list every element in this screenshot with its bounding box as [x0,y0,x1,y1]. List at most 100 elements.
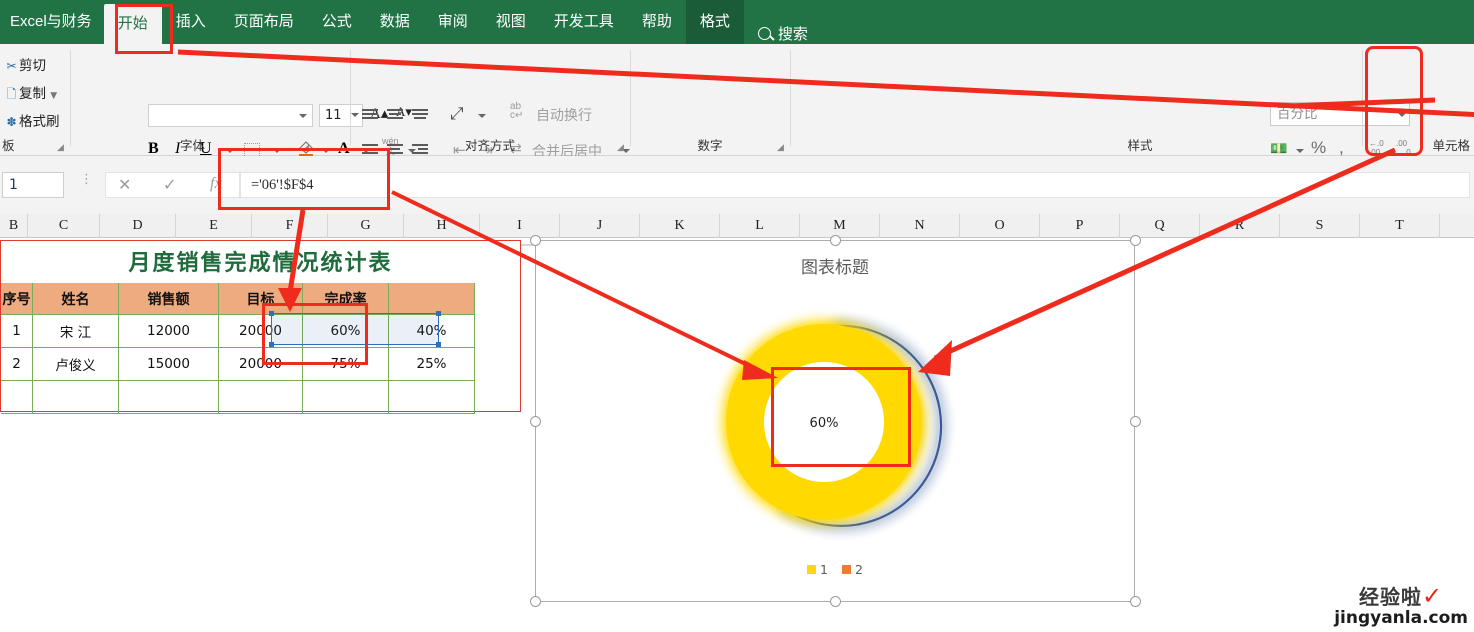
group-number: 百分比 💵 % , ←.0.00 .00 →.0 数字 ◢ [630,44,1411,157]
chart-handle-br[interactable] [1130,596,1141,607]
table-cell[interactable]: 15000 [119,348,219,381]
column-header-R[interactable]: R [1200,214,1280,238]
annotation-box-f4-cell [262,303,368,365]
alignment-dialog-launcher[interactable]: ◢ [617,143,626,152]
group-label-alignment: 对齐方式 [464,138,515,153]
table-cell[interactable] [1,381,33,414]
tab-view[interactable]: 视图 [482,0,540,44]
confirm-formula-button[interactable]: ✓ [163,175,176,195]
orientation-icon[interactable]: ⤢ [450,104,464,124]
column-header-O[interactable]: O [960,214,1040,238]
wrap-text-label[interactable]: 自动换行 [536,105,592,125]
orientation-chevron-down-icon[interactable] [478,114,486,118]
vertical-align-buttons [360,106,430,122]
formula-bar-drag-dots[interactable]: ⋮ [80,172,93,185]
table-cell[interactable]: 1 [1,315,33,348]
column-header-J[interactable]: J [560,214,640,238]
search-label: 搜索 [777,26,808,43]
table-cell[interactable] [33,381,119,414]
chevron-down-icon [299,114,307,118]
chart-handle-tl[interactable] [530,235,541,246]
font-name-input[interactable] [148,104,313,127]
table-cell[interactable]: 25% [389,348,475,381]
column-header-T[interactable]: T [1360,214,1440,238]
format-painter-button[interactable]: ✽ 格式刷 [4,110,59,130]
wrap-text-icon: ab c↵ [510,101,524,121]
chart-handle-bl[interactable] [530,596,541,607]
cut-button[interactable]: ✂ 剪切 [4,54,46,74]
table-cell[interactable]: 12000 [119,315,219,348]
align-bottom-icon[interactable] [410,106,430,122]
tab-format[interactable]: 格式 [685,0,744,44]
annotation-box-chart-center [771,367,911,467]
table-cell[interactable] [219,381,303,414]
search-icon [757,27,771,40]
legend-item[interactable]: 2 [842,562,863,577]
search-box[interactable]: 搜索 [744,23,808,44]
tab-page-layout[interactable]: 页面布局 [220,0,308,44]
table-header-cell[interactable]: 销售额 [119,283,219,315]
sheet-table-title: 月度销售完成情况统计表 [128,250,393,276]
chart-handle-bc[interactable] [830,596,841,607]
column-header-N[interactable]: N [880,214,960,238]
chart-legend: 12 [536,562,1134,577]
annotation-box-formula [218,148,390,210]
tab-help[interactable]: 帮助 [628,0,686,44]
column-header-M[interactable]: M [800,214,880,238]
table-cell[interactable]: 卢俊义 [33,348,119,381]
column-header-S[interactable]: S [1280,214,1360,238]
chart-handle-tc[interactable] [830,235,841,246]
tab-developer[interactable]: 开发工具 [540,0,628,44]
formula-input[interactable]: ='06'!$F$4 [240,172,1470,198]
scissors-icon: ✂ [6,59,17,73]
column-header-E[interactable]: E [176,214,252,238]
legend-item[interactable]: 1 [807,562,828,577]
column-headers: BCDEFGHIJKLMNOPQRST [0,214,1474,238]
column-header-I[interactable]: I [480,214,560,238]
legend-swatch-icon [807,565,817,574]
cancel-formula-button[interactable]: ✕ [118,175,131,195]
chart-handle-tr[interactable] [1130,235,1141,246]
tab-data[interactable]: 数据 [366,0,424,44]
column-header-D[interactable]: D [100,214,176,238]
paintbrush-icon: ✽ [6,115,17,129]
group-font: 11 A▴ A▾ B I U A wén 文 字体 ◢ [70,44,416,163]
column-header-F[interactable]: F [252,214,328,238]
selection-handle-br[interactable] [436,342,441,347]
group-clipboard: ✂ 剪切 🗋 复制 ▼ ✽ 格式刷 板 ◢ [0,44,70,156]
copy-button[interactable]: 🗋 复制 ▼ [4,82,58,106]
legend-label: 1 [820,562,828,577]
table-header-cell[interactable]: 姓名 [33,283,119,315]
table-cell[interactable] [119,381,219,414]
clipboard-dialog-launcher[interactable]: ◢ [57,143,66,152]
column-header-L[interactable]: L [720,214,800,238]
tab-review[interactable]: 审阅 [424,0,482,44]
table-header-cell[interactable] [389,283,475,315]
table-cell[interactable]: 宋 江 [33,315,119,348]
watermark-line1: 经验啦✓ [1359,582,1444,610]
tab-formulas[interactable]: 公式 [308,0,366,44]
column-header-P[interactable]: P [1040,214,1120,238]
watermark-line2: jingyanla.com [1334,608,1468,628]
group-alignment: ⤢ ab c↵ 自动换行 ⇤ ⇥ ⇄ 合并后居中 对齐方式 ◢ [350,44,630,160]
table-cell[interactable] [303,381,389,414]
column-header-H[interactable]: H [404,214,480,238]
column-header-C[interactable]: C [28,214,100,238]
column-header-B[interactable]: B [0,214,28,238]
selection-handle-tr[interactable] [436,311,441,316]
chart-handle-ml[interactable] [530,416,541,427]
column-header-K[interactable]: K [640,214,720,238]
number-dialog-launcher[interactable]: ◢ [777,143,786,152]
legend-label: 2 [855,562,863,577]
table-cell[interactable] [389,381,475,414]
column-header-Q[interactable]: Q [1120,214,1200,238]
table-header-cell[interactable]: 序号 [1,283,33,315]
name-box[interactable]: 1 [2,172,64,198]
table-cell[interactable]: 2 [1,348,33,381]
group-label-styles: 样式 [1127,138,1153,153]
align-top-icon[interactable] [360,106,380,122]
align-middle-icon[interactable] [385,106,405,122]
sales-statistics-table: 月度销售完成情况统计表 序号 姓名 销售额 目标 完成率 1 宋 江 12000 20000 60… [0,240,521,414]
chart-handle-mr[interactable] [1130,416,1141,427]
column-header-G[interactable]: G [328,214,404,238]
